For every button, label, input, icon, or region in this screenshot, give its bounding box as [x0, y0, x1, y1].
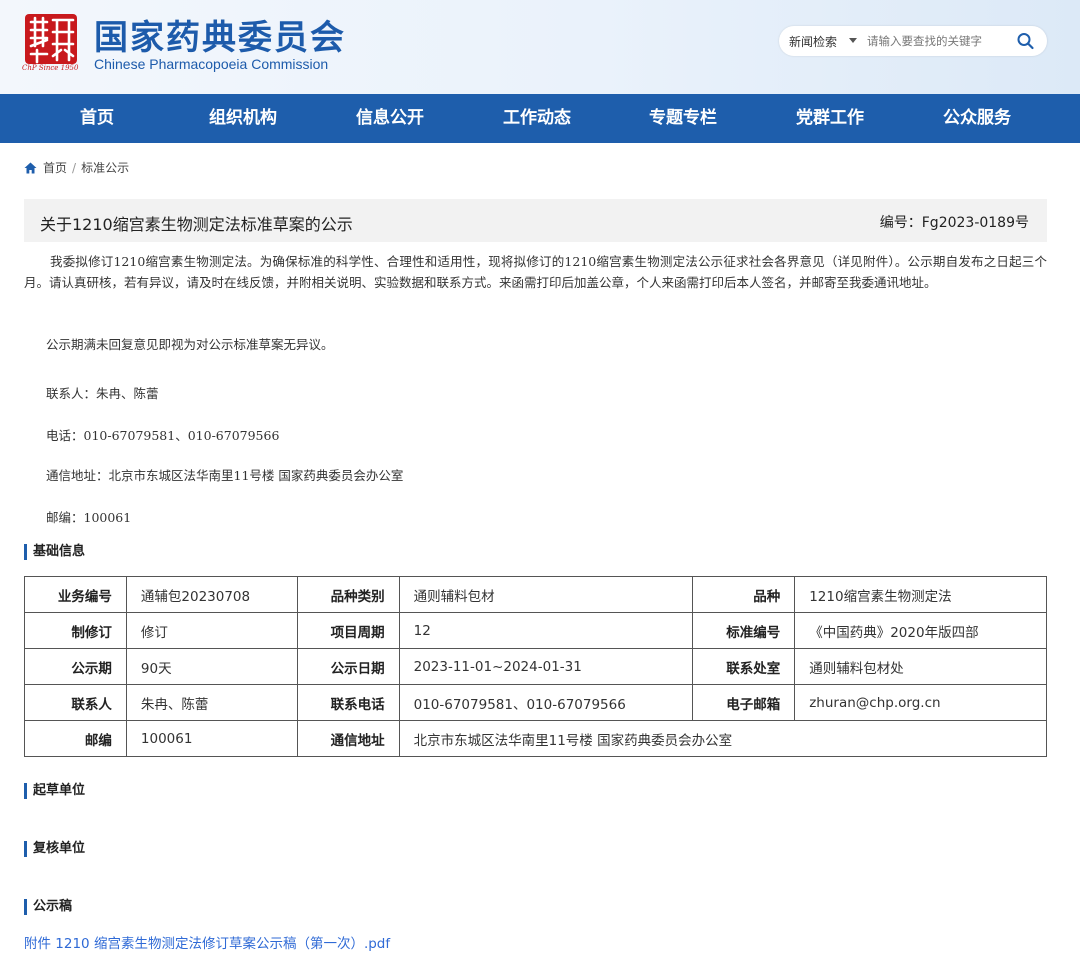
table-value-cell: 010-67079581、010-67079566	[398, 684, 694, 721]
table-key-cell: 标准编号	[692, 612, 796, 649]
nav-item-party-work[interactable]: 党群工作	[760, 94, 900, 143]
breadcrumb: 首页 / 标准公示	[24, 159, 129, 176]
table-value-cell: 通则辅料包材处	[794, 648, 1047, 685]
nav-item-topics[interactable]: 专题专栏	[613, 94, 753, 143]
contact-person-line: 联系人：朱冉、陈蕾	[46, 386, 159, 401]
phone-line: 电话：010-67079581、010-67079566	[46, 428, 280, 443]
table-key-cell: 邮编	[24, 720, 127, 757]
section-basic-info: 基础信息	[24, 544, 85, 560]
search-type-select[interactable]: 新闻检索	[789, 33, 837, 50]
table-value-cell: 100061	[125, 720, 298, 757]
table-row: 公示期 90天 公示日期 2023-11-01~2024-01-31 联系处室 …	[24, 648, 1047, 685]
section-review-unit: 复核单位	[24, 841, 85, 857]
table-value-cell: 12	[398, 612, 694, 649]
site-title-cn[interactable]: 国家药典委员会	[94, 10, 346, 59]
table-key-cell: 联系处室	[692, 648, 796, 685]
attachment-pdf-link[interactable]: 附件 1210 缩宫素生物测定法修订草案公示稿（第一次）.pdf	[24, 932, 390, 952]
table-key-cell: 公示日期	[296, 648, 400, 685]
search-icon[interactable]	[1015, 31, 1037, 51]
table-value-cell: 1210缩宫素生物测定法	[794, 576, 1047, 613]
table-value-cell: 通辅包20230708	[125, 576, 298, 613]
page-title: 关于1210缩宫素生物测定法标准草案的公示	[40, 215, 353, 234]
table-key-cell: 项目周期	[296, 612, 400, 649]
table-key-cell: 通信地址	[296, 720, 400, 757]
address-line: 通信地址：北京市东城区法华南里11号楼 国家药典委员会办公室	[46, 468, 404, 483]
site-header: ChP Since 1950 国家药典委员会 Chinese Pharmacop…	[0, 0, 1080, 94]
table-key-cell: 电子邮箱	[692, 684, 796, 721]
nav-item-organization[interactable]: 组织机构	[173, 94, 313, 143]
home-icon[interactable]	[24, 162, 37, 174]
table-key-cell: 公示期	[24, 648, 127, 685]
postcode-line: 邮编：100061	[46, 510, 132, 525]
nav-item-disclosure[interactable]: 信息公开	[320, 94, 460, 143]
nav-item-home[interactable]: 首页	[27, 94, 167, 143]
table-row: 制修订 修订 项目周期 12 标准编号 《中国药典》2020年版四部	[24, 612, 1047, 649]
basic-info-table: 业务编号 通辅包20230708 品种类别 通则辅料包材 品种 1210缩宫素生…	[24, 576, 1048, 757]
nav-item-public-service[interactable]: 公众服务	[907, 94, 1047, 143]
section-drafting-unit: 起草单位	[24, 783, 85, 799]
table-value-cell: 北京市东城区法华南里11号楼 国家药典委员会办公室	[398, 720, 1048, 757]
search-box: 新闻检索	[779, 26, 1047, 56]
article-paragraph-1: 我委拟修订1210缩宫素生物测定法。为确保标准的科学性、合理性和适用性，现将拟修…	[24, 254, 1047, 290]
table-value-cell: 《中国药典》2020年版四部	[794, 612, 1047, 649]
table-key-cell: 品种类别	[296, 576, 400, 613]
breadcrumb-current[interactable]: 标准公示	[81, 161, 129, 175]
search-input[interactable]	[867, 32, 1005, 50]
breadcrumb-separator: /	[72, 160, 77, 175]
table-row: 业务编号 通辅包20230708 品种类别 通则辅料包材 品种 1210缩宫素生…	[24, 576, 1047, 613]
table-value-cell: 通则辅料包材	[398, 576, 694, 613]
logo-since-text: ChP Since 1950	[22, 64, 79, 72]
table-key-cell: 联系电话	[296, 684, 400, 721]
breadcrumb-home[interactable]: 首页	[43, 161, 67, 175]
nav-item-work-news[interactable]: 工作动态	[467, 94, 607, 143]
chevron-down-icon[interactable]	[849, 38, 857, 43]
table-key-cell: 业务编号	[24, 576, 127, 613]
table-row: 邮编 100061 通信地址 北京市东城区法华南里11号楼 国家药典委员会办公室	[24, 720, 1048, 757]
seal-logo-icon[interactable]	[23, 12, 79, 70]
document-number: 编号：Fg2023-0189号	[879, 215, 1029, 231]
article-paragraph-2: 公示期满未回复意见即视为对公示标准草案无异议。	[46, 337, 334, 352]
table-key-cell: 品种	[692, 576, 796, 613]
table-value-cell: 90天	[125, 648, 298, 685]
section-public-draft: 公示稿	[24, 899, 72, 915]
table-value-cell: 朱冉、陈蕾	[125, 684, 298, 721]
table-row: 联系人 朱冉、陈蕾 联系电话 010-67079581、010-67079566…	[24, 684, 1047, 721]
table-key-cell: 制修订	[24, 612, 127, 649]
table-value-cell: 修订	[125, 612, 298, 649]
main-nav: 首页 组织机构 信息公开 工作动态 专题专栏 党群工作 公众服务	[0, 94, 1080, 143]
table-value-cell: 2023-11-01~2024-01-31	[398, 648, 694, 685]
table-value-cell: zhuran@chp.org.cn	[794, 684, 1047, 721]
table-key-cell: 联系人	[24, 684, 127, 721]
article-title-bar: 关于1210缩宫素生物测定法标准草案的公示 编号：Fg2023-0189号	[24, 199, 1047, 242]
site-title-en: Chinese Pharmacopoeia Commission	[94, 56, 329, 72]
